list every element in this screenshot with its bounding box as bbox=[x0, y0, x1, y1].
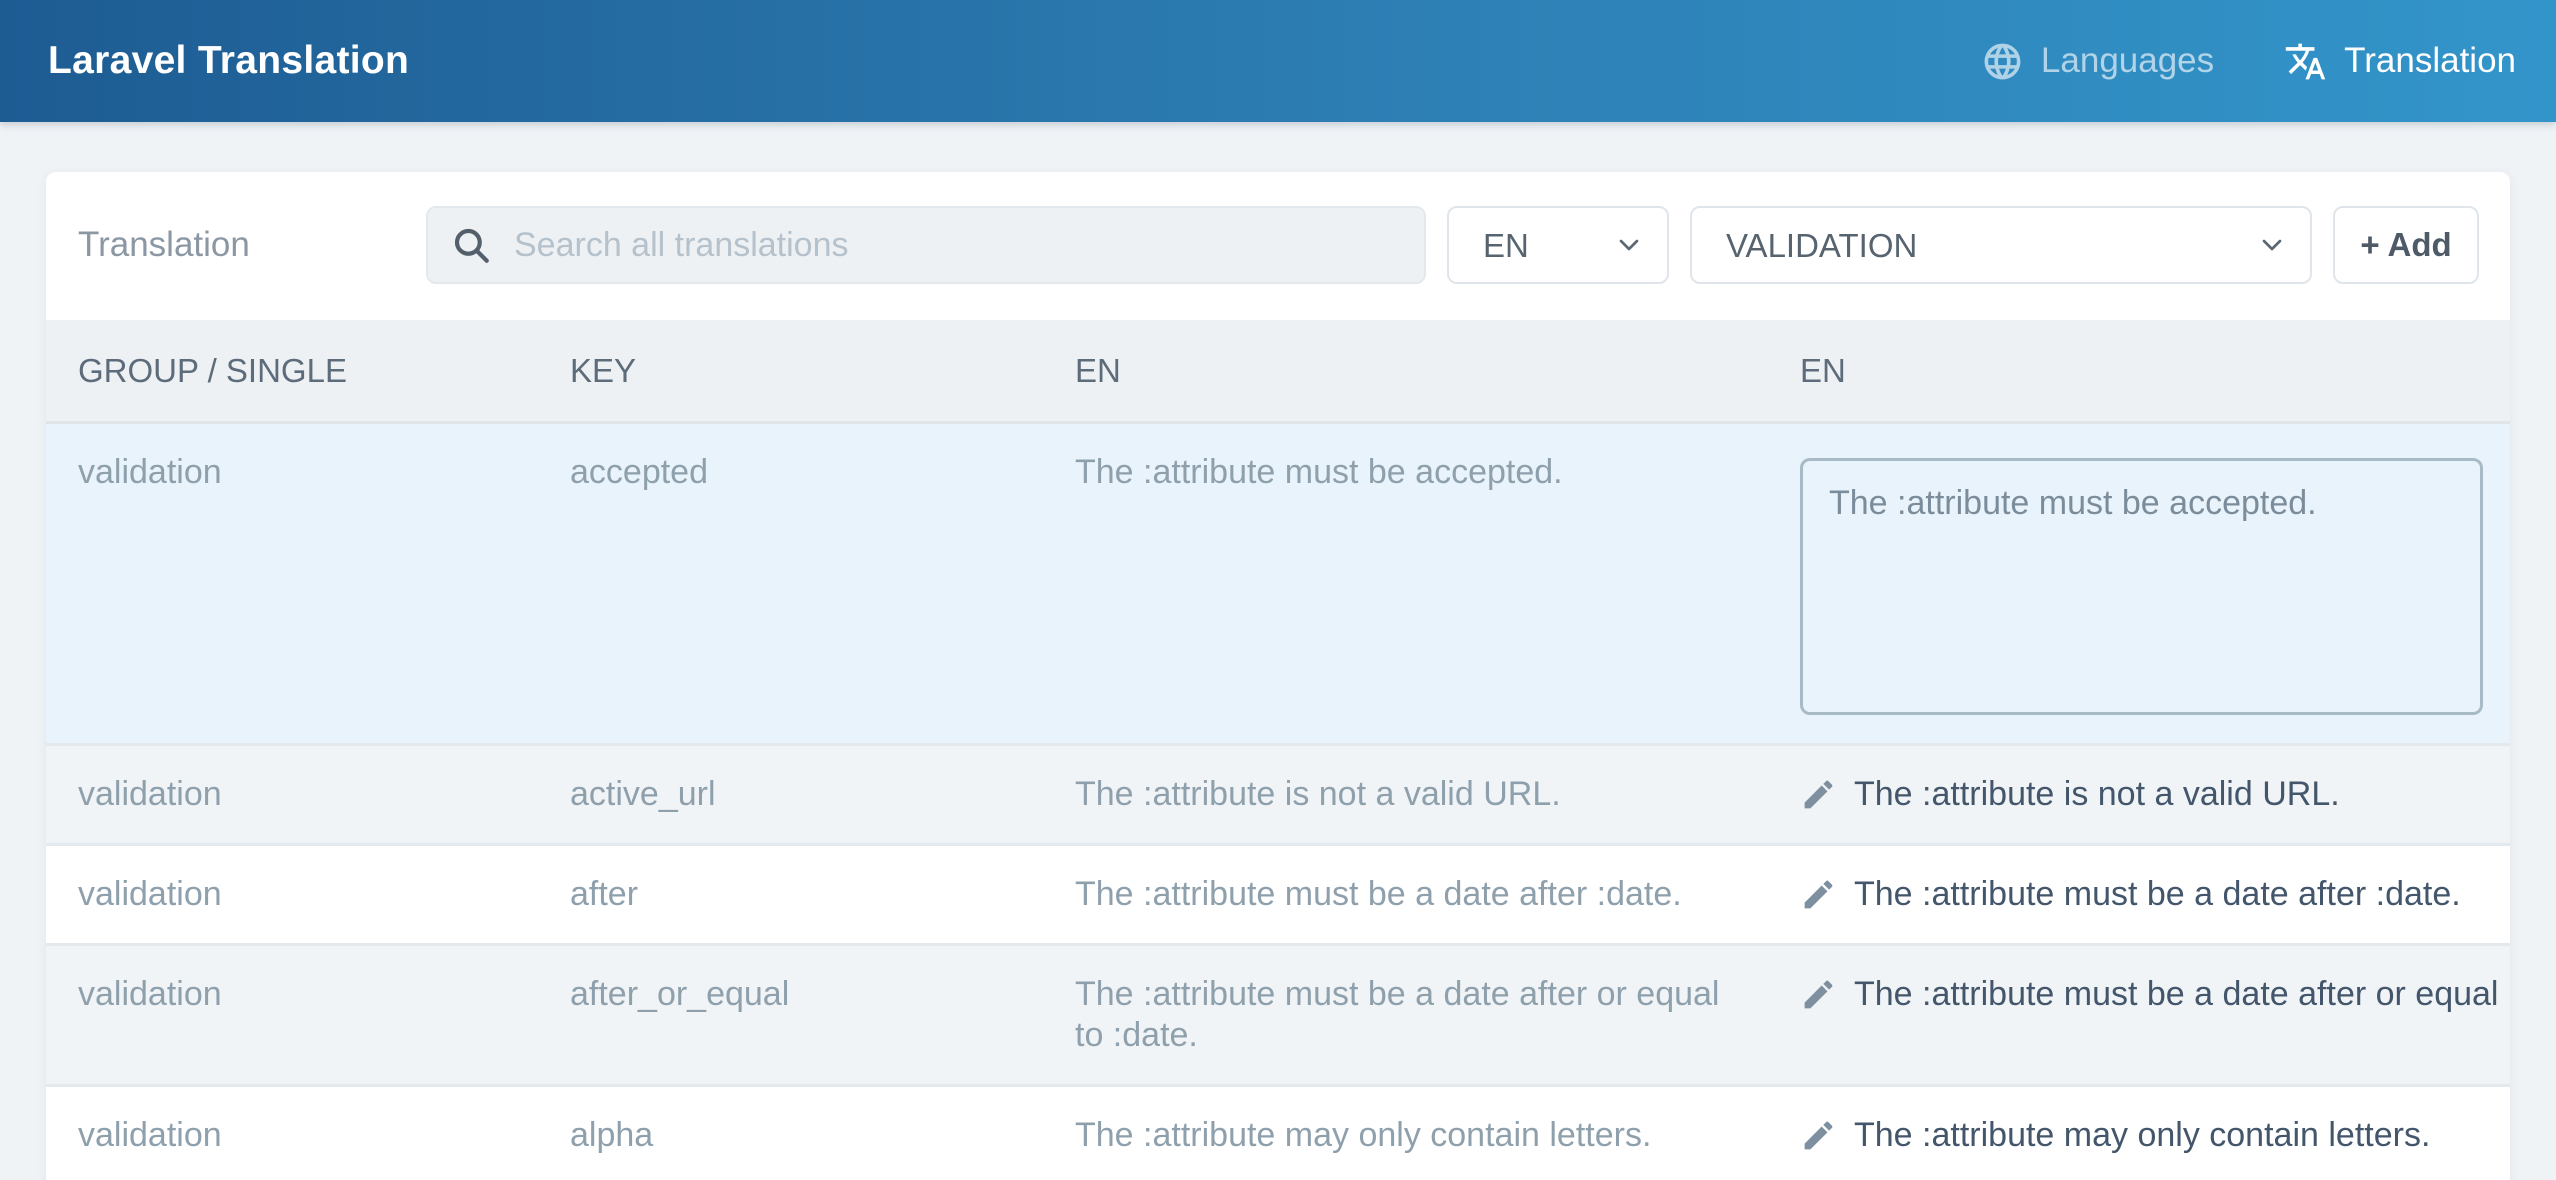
source-cell: The :attribute must be a date after or e… bbox=[1043, 945, 1768, 1086]
locale-select-wrap: EN bbox=[1447, 206, 1669, 284]
source-cell: The :attribute must be a date after :dat… bbox=[1043, 845, 1768, 945]
translation-cell[interactable]: The :attribute must be a date after :dat… bbox=[1768, 845, 2510, 945]
group-select[interactable]: VALIDATION bbox=[1690, 206, 2312, 284]
column-header-source: EN bbox=[1043, 320, 1768, 423]
table-row[interactable]: validation accepted The :attribute must … bbox=[46, 423, 2510, 745]
translation-cell[interactable]: The :attribute may only contain letters. bbox=[1768, 1086, 2510, 1180]
search-input[interactable] bbox=[426, 206, 1426, 284]
search-field-wrap bbox=[426, 206, 1426, 284]
translation-text: The :attribute must be a date after :dat… bbox=[1854, 874, 2461, 915]
key-cell: active_url bbox=[538, 745, 1043, 845]
locale-select[interactable]: EN bbox=[1447, 206, 1669, 284]
source-cell: The :attribute is not a valid URL. bbox=[1043, 745, 1768, 845]
pencil-icon bbox=[1800, 1117, 1837, 1154]
nav-link-languages[interactable]: Languages bbox=[1981, 40, 2214, 83]
page-title: Translation bbox=[78, 225, 426, 265]
app-brand-title: Laravel Translation bbox=[48, 39, 409, 83]
group-cell: validation bbox=[46, 845, 538, 945]
translation-cell[interactable]: The :attribute is not a valid URL. bbox=[1768, 745, 2510, 845]
table-row[interactable]: validation active_url The :attribute is … bbox=[46, 745, 2510, 845]
column-header-group: GROUP / SINGLE bbox=[46, 320, 538, 423]
translation-text: The :attribute is not a valid URL. bbox=[1854, 774, 2340, 815]
pencil-icon bbox=[1800, 976, 1837, 1013]
translation-cell: The :attribute must be accepted. bbox=[1768, 423, 2510, 745]
nav-link-languages-label: Languages bbox=[2041, 41, 2214, 81]
globe-icon bbox=[1981, 40, 2024, 83]
pencil-icon bbox=[1800, 876, 1837, 913]
table-row[interactable]: validation after The :attribute must be … bbox=[46, 845, 2510, 945]
translation-text: The :attribute must be a date after or e… bbox=[1854, 974, 2499, 1015]
translation-cell[interactable]: The :attribute must be a date after or e… bbox=[1768, 945, 2510, 1086]
add-button[interactable]: + Add bbox=[2333, 206, 2479, 284]
nav-link-translation[interactable]: Translation bbox=[2284, 40, 2516, 83]
key-cell: alpha bbox=[538, 1086, 1043, 1180]
navbar-links: Languages Translation bbox=[1981, 40, 2516, 83]
nav-link-translation-label: Translation bbox=[2344, 41, 2516, 81]
group-cell: validation bbox=[46, 745, 538, 845]
translation-edit-textarea[interactable]: The :attribute must be accepted. bbox=[1800, 458, 2483, 715]
key-cell: accepted bbox=[538, 423, 1043, 745]
column-header-target: EN bbox=[1768, 320, 2510, 423]
source-cell: The :attribute must be accepted. bbox=[1043, 423, 1768, 745]
group-cell: validation bbox=[46, 945, 538, 1086]
table-row[interactable]: validation alpha The :attribute may only… bbox=[46, 1086, 2510, 1180]
table-row[interactable]: validation after_or_equal The :attribute… bbox=[46, 945, 2510, 1086]
navbar: Laravel Translation Languages Translatio… bbox=[0, 0, 2556, 122]
source-cell: The :attribute may only contain letters. bbox=[1043, 1086, 1768, 1180]
translation-text: The :attribute may only contain letters. bbox=[1854, 1115, 2430, 1156]
search-icon bbox=[450, 224, 492, 266]
pencil-icon bbox=[1800, 776, 1837, 813]
column-header-key: KEY bbox=[538, 320, 1043, 423]
content-card: Translation EN VALIDATION + Add GROUP / bbox=[46, 172, 2510, 1180]
translations-table: GROUP / SINGLE KEY EN EN validation acce… bbox=[46, 320, 2510, 1180]
table-header-row: GROUP / SINGLE KEY EN EN bbox=[46, 320, 2510, 423]
translate-icon bbox=[2284, 40, 2327, 83]
group-select-wrap: VALIDATION bbox=[1690, 206, 2312, 284]
group-cell: validation bbox=[46, 423, 538, 745]
key-cell: after_or_equal bbox=[538, 945, 1043, 1086]
group-cell: validation bbox=[46, 1086, 538, 1180]
key-cell: after bbox=[538, 845, 1043, 945]
toolbar: Translation EN VALIDATION + Add bbox=[46, 172, 2510, 320]
